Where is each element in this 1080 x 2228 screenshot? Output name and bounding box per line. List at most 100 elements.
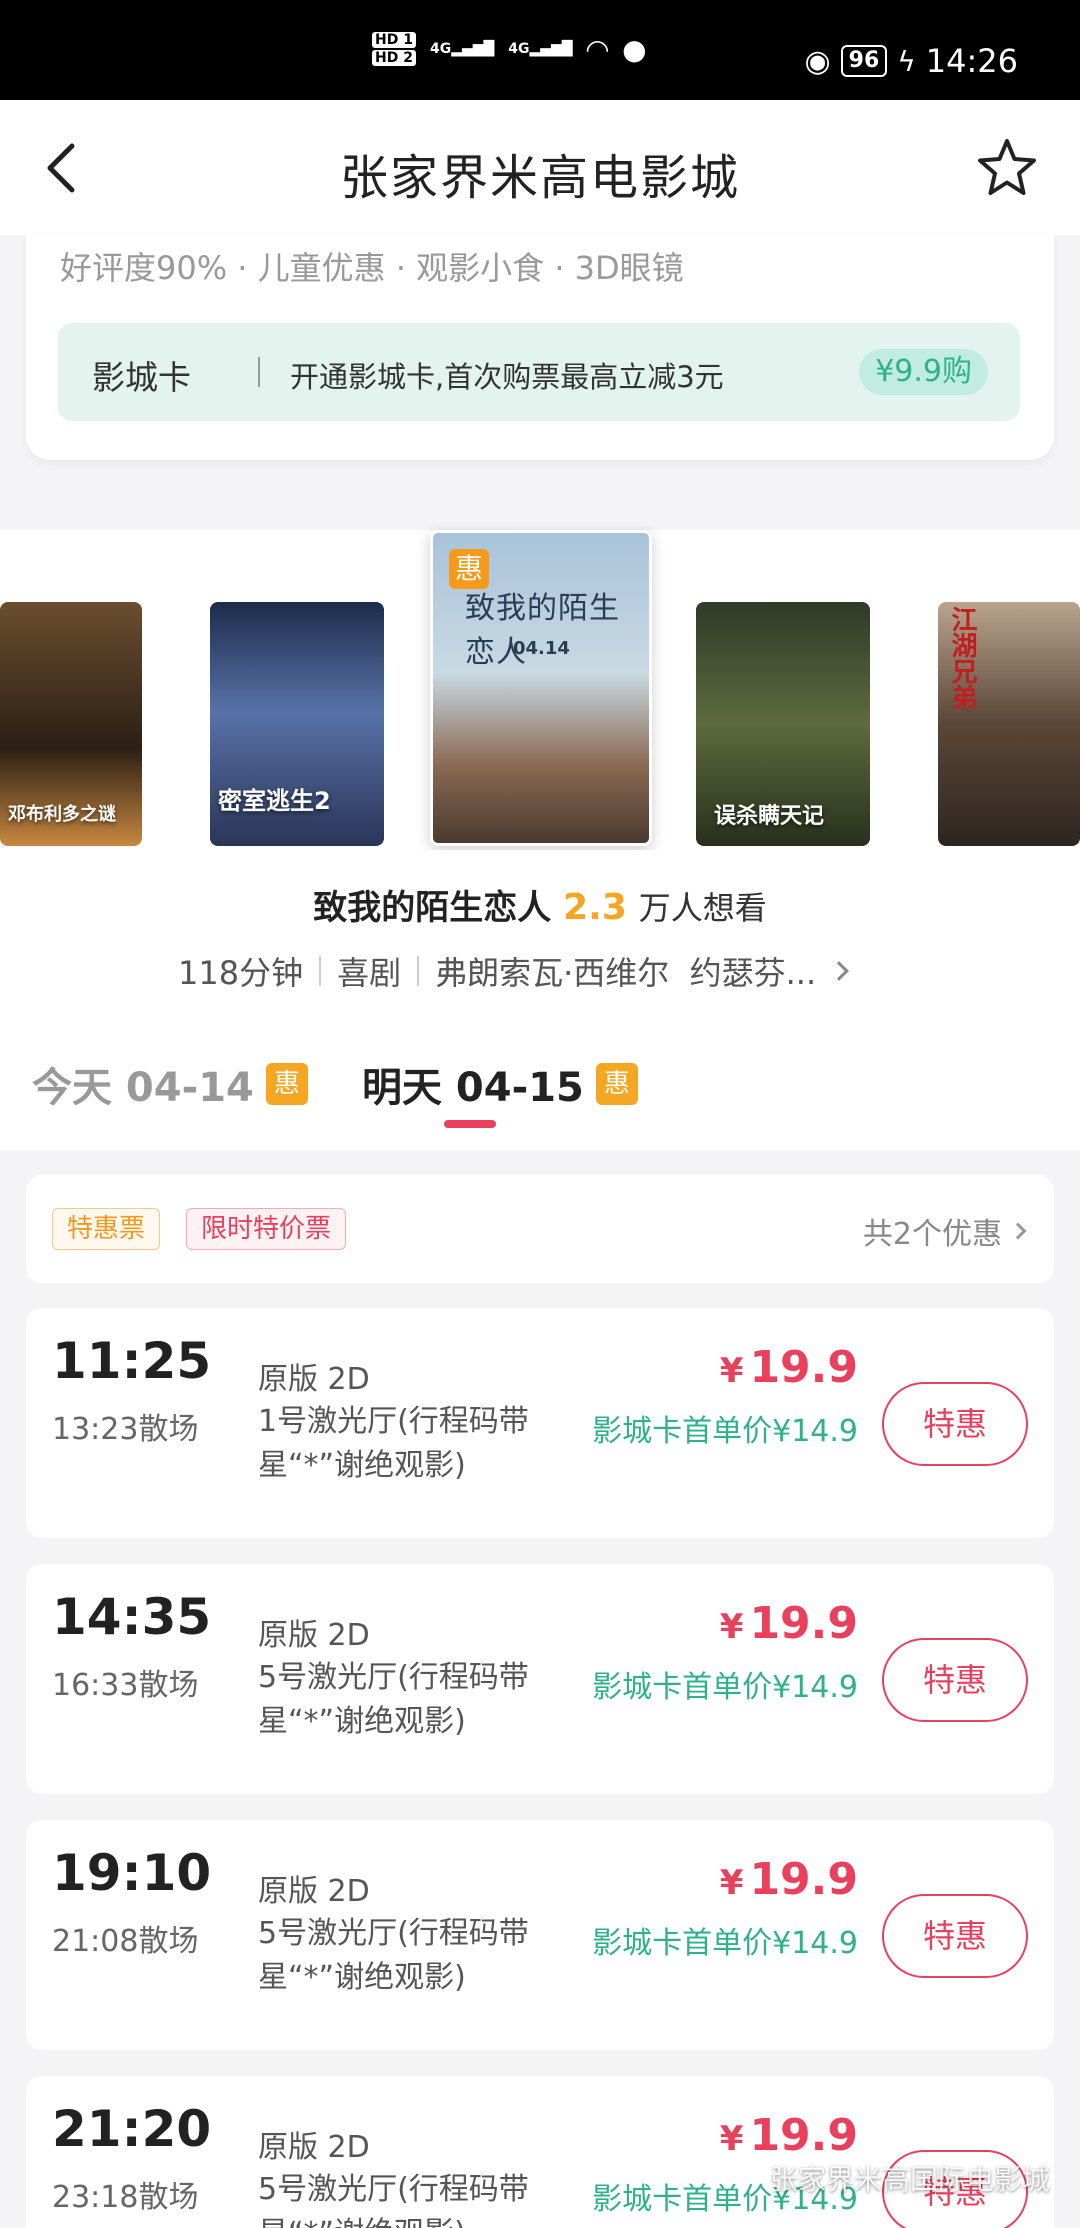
movie-title: 致我的陌生恋人 xyxy=(313,888,552,928)
start-time: 21:20 xyxy=(52,2100,212,2158)
cinema-info-card: 好评度90% · 儿童优惠 · 观影小食 · 3D眼镜 影城卡 开通影城卡,首次… xyxy=(26,235,1054,460)
clock: 14:26 xyxy=(925,42,1018,80)
poster-date: 04.14 xyxy=(513,638,570,659)
buy-button[interactable]: 特惠 xyxy=(882,1638,1028,1722)
card-price: 影城卡首单价¥14.9 xyxy=(592,1670,858,1705)
tab-tomorrow[interactable]: 明天 04-15 惠 xyxy=(362,1055,638,1113)
network-2-label: 4G xyxy=(508,41,530,57)
price: ¥19.9 xyxy=(720,1598,858,1649)
movie-cast: 弗朗索瓦·西维尔 约瑟芬... xyxy=(435,954,817,992)
end-time: 16:33散场 xyxy=(52,1668,199,1703)
movie-genre: 喜剧 xyxy=(337,954,402,992)
showtime-row[interactable]: 21:20 23:18散场 原版 2D 5号激光厅(行程码带星“*”谢绝观影) … xyxy=(26,2076,1054,2228)
divider xyxy=(417,956,420,986)
promo-tag: 限时特价票 xyxy=(186,1208,347,1250)
price-value: 19.9 xyxy=(749,1342,858,1393)
start-time: 14:35 xyxy=(52,1588,212,1646)
poster-title: 误杀瞒天记 xyxy=(714,804,825,829)
signal-1-icon: 4G▂▄▆█ xyxy=(429,41,495,57)
end-time: 13:23散场 xyxy=(52,1412,199,1447)
divider xyxy=(319,956,322,986)
movie-meta[interactable]: 118分钟 喜剧 弗朗索瓦·西维尔 约瑟芬... xyxy=(178,948,850,994)
version: 原版 2D xyxy=(258,1618,370,1653)
movie-duration: 118分钟 xyxy=(178,954,304,992)
showtime-row[interactable]: 11:25 13:23散场 原版 2D 1号激光厅(行程码带星“*”谢绝观影) … xyxy=(26,1308,1054,1538)
poster-title: 密室逃生2 xyxy=(218,787,331,815)
card-buy-button[interactable]: ¥9.9购 xyxy=(859,349,988,395)
poster-item[interactable]: 误杀瞒天记 xyxy=(696,602,870,846)
eye-icon: ◉ xyxy=(804,43,831,79)
status-bar: HD 1 HD 2 4G▂▄▆█ 4G▂▄▆█ ◠ ● ◉ 96 ϟ 14:26 xyxy=(0,0,1080,100)
favorite-star-icon[interactable] xyxy=(976,136,1038,198)
version: 原版 2D xyxy=(258,2130,370,2165)
movie-info[interactable]: 致我的陌生恋人 2.3 万人想看 118分钟 喜剧 弗朗索瓦·西维尔 约瑟芬..… xyxy=(0,850,1080,1005)
price-value: 19.9 xyxy=(749,1598,858,1649)
watermark: 张家界米高国际电影城 xyxy=(769,2163,1050,2196)
hall: 5号激光厅(行程码带星“*”谢绝观影) xyxy=(258,2172,529,2228)
price: ¥19.9 xyxy=(720,1854,858,1905)
price-value: 19.9 xyxy=(749,1854,858,1905)
tab-label: 明天 04-15 xyxy=(362,1065,584,1111)
date-tabs: 今天 04-14 惠 明天 04-15 惠 xyxy=(0,1005,1080,1150)
status-left: HD 1 HD 2 4G▂▄▆█ 4G▂▄▆█ ◠ ● xyxy=(372,32,647,66)
poster-item-selected[interactable]: 惠 致我的陌生恋人 04.14 xyxy=(430,530,652,846)
discount-badge: 惠 xyxy=(595,1063,638,1105)
battery-indicator: 96 xyxy=(840,45,888,77)
tab-label: 今天 04-14 xyxy=(32,1065,254,1111)
end-time: 21:08散场 xyxy=(52,1924,199,1959)
poster-item[interactable]: 密室逃生2 xyxy=(210,602,384,846)
wifi-icon: ◠ xyxy=(586,32,609,66)
card-label: 影城卡 xyxy=(92,358,191,397)
promo-count-link[interactable]: 共2个优惠 xyxy=(862,1209,1027,1253)
hall: 5号激光厅(行程码带星“*”谢绝观影) xyxy=(258,1916,529,1995)
start-time: 11:25 xyxy=(52,1332,212,1390)
currency: ¥ xyxy=(719,2119,744,2159)
currency: ¥ xyxy=(719,1351,744,1391)
status-right: ◉ 96 ϟ 14:26 xyxy=(804,42,1018,80)
want-count: 2.3 xyxy=(563,887,627,928)
charging-icon: ϟ xyxy=(897,44,916,78)
currency: ¥ xyxy=(719,1863,744,1903)
tab-today[interactable]: 今天 04-14 惠 xyxy=(32,1055,308,1113)
signal-2-icon: 4G▂▄▆█ xyxy=(508,41,573,57)
buy-button[interactable]: 特惠 xyxy=(882,1382,1028,1466)
promo-count: 共2个优惠 xyxy=(862,1217,1002,1252)
version: 原版 2D xyxy=(258,1362,370,1397)
poster-item[interactable]: 江湖兄弟 xyxy=(938,602,1080,846)
poster-title: 江湖兄弟 xyxy=(947,606,977,710)
membership-card-bar[interactable]: 影城卡 开通影城卡,首次购票最高立减3元 ¥9.9购 xyxy=(58,323,1020,421)
poster-carousel[interactable]: 邓布利多之谜 密室逃生2 惠 致我的陌生恋人 04.14 误杀瞒天记 江湖兄弟 xyxy=(0,530,1080,850)
buy-button[interactable]: 特惠 xyxy=(882,1894,1028,1978)
price: ¥19.9 xyxy=(720,1342,858,1393)
chevron-right-icon xyxy=(829,961,850,981)
promo-bar[interactable]: 特惠票 限时特价票 共2个优惠 xyxy=(26,1175,1054,1283)
movie-title-line: 致我的陌生恋人 2.3 万人想看 xyxy=(0,880,1080,929)
active-tab-indicator xyxy=(444,1120,496,1128)
hd2-label: HD 2 xyxy=(372,50,416,66)
price: ¥19.9 xyxy=(720,2110,858,2161)
hd-indicator: HD 1 HD 2 xyxy=(372,32,416,66)
price-value: 19.9 xyxy=(749,2110,858,2161)
currency: ¥ xyxy=(719,1607,744,1647)
network-1-label: 4G xyxy=(429,41,452,57)
qq-icon: ● xyxy=(622,32,647,66)
hall: 1号激光厅(行程码带星“*”谢绝观影) xyxy=(258,1404,529,1483)
card-price: 影城卡首单价¥14.9 xyxy=(592,1414,858,1449)
poster-item[interactable]: 邓布利多之谜 xyxy=(0,602,142,846)
hd1-label: HD 1 xyxy=(372,32,416,48)
start-time: 19:10 xyxy=(52,1844,212,1902)
card-price: 影城卡首单价¥14.9 xyxy=(592,1926,858,1961)
card-description: 开通影城卡,首次购票最高立减3元 xyxy=(290,360,724,394)
discount-badge: 惠 xyxy=(265,1063,308,1105)
showtime-row[interactable]: 14:35 16:33散场 原版 2D 5号激光厅(行程码带星“*”谢绝观影) … xyxy=(26,1564,1054,1794)
showtime-row[interactable]: 19:10 21:08散场 原版 2D 5号激光厅(行程码带星“*”谢绝观影) … xyxy=(26,1820,1054,2050)
page-title: 张家界米高电影城 xyxy=(339,150,740,206)
chevron-right-icon xyxy=(1009,1222,1027,1240)
promo-tag: 特惠票 xyxy=(52,1208,161,1250)
divider xyxy=(258,357,260,387)
hall: 5号激光厅(行程码带星“*”谢绝观影) xyxy=(258,1660,529,1739)
want-label: 万人想看 xyxy=(638,889,767,927)
end-time: 23:18散场 xyxy=(52,2180,199,2215)
version: 原版 2D xyxy=(258,1874,370,1909)
cinema-tags: 好评度90% · 儿童优惠 · 观影小食 · 3D眼镜 xyxy=(60,249,684,287)
